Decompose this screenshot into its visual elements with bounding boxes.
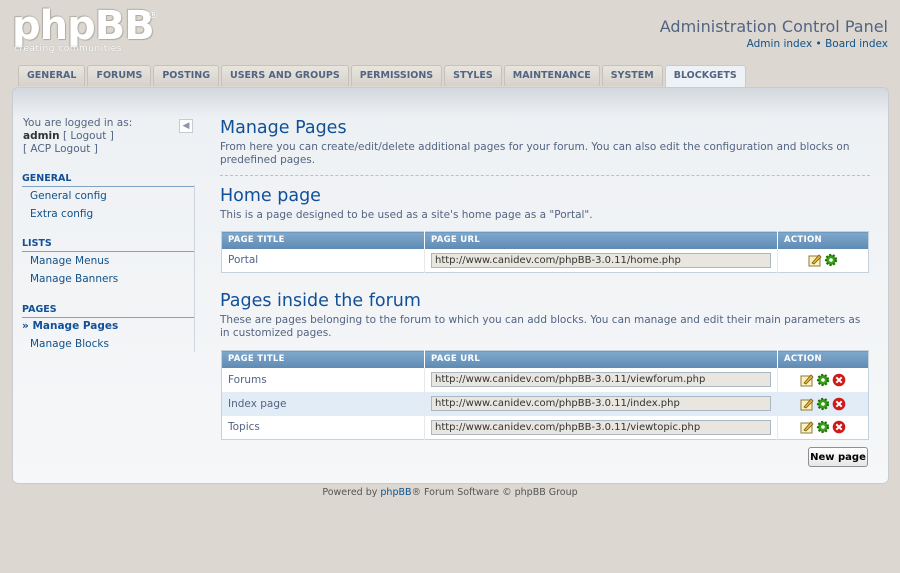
active-marker-icon: » <box>22 320 29 332</box>
page-description: From here you can create/edit/delete add… <box>220 141 850 166</box>
tab-users-and-groups[interactable]: USERS AND GROUPS <box>221 65 349 86</box>
delete-icon[interactable] <box>832 397 846 411</box>
sidebar-heading-general: GENERAL <box>22 173 194 187</box>
gear-icon[interactable] <box>816 373 830 387</box>
logo-word: phpBB <box>12 3 155 49</box>
edit-icon[interactable] <box>800 397 814 411</box>
delete-icon[interactable] <box>832 373 846 387</box>
column-header-page-title: PAGE TITLE <box>221 350 425 368</box>
login-info: You are logged in as: admin [ Logout ] [… <box>23 117 132 156</box>
collapse-sidebar-icon[interactable]: ◀ <box>179 119 193 133</box>
page-title-cell: Topics <box>221 415 425 440</box>
footer: Powered by phpBB® Forum Software © phpBB… <box>0 487 900 498</box>
forum-pages-table: PAGE TITLE PAGE URL ACTION Forums http:/… <box>221 350 869 440</box>
tab-general[interactable]: GENERAL <box>18 65 86 86</box>
sidebar-item-manage-pages[interactable]: » Manage Pages <box>22 320 118 332</box>
column-header-page-title: PAGE TITLE <box>221 231 425 249</box>
tab-permissions[interactable]: PERMISSIONS <box>350 65 443 86</box>
tab-styles[interactable]: STYLES <box>444 65 502 86</box>
page-url-field[interactable]: http://www.canidev.com/phpBB-3.0.11/view… <box>431 372 771 387</box>
column-header-action: ACTION <box>777 350 869 368</box>
page-title: Manage Pages <box>220 118 347 138</box>
sidebar-heading-pages: PAGES <box>22 304 194 318</box>
sidebar-item-label: Manage Pages <box>32 320 119 332</box>
column-header-page-url: PAGE URL <box>424 231 778 249</box>
column-header-page-url: PAGE URL <box>424 350 778 368</box>
header-link-separator: • <box>815 38 822 50</box>
forum-section-description: These are pages belonging to the forum t… <box>220 314 861 339</box>
edit-icon[interactable] <box>808 253 822 267</box>
module-tabs: GENERAL FORUMS POSTING USERS AND GROUPS … <box>18 65 748 88</box>
tab-posting[interactable]: POSTING <box>153 65 219 86</box>
edit-icon[interactable] <box>800 420 814 434</box>
header-links: Admin index • Board index <box>747 38 888 50</box>
home-section-title: Home page <box>220 186 321 206</box>
table-row: Topics http://www.canidev.com/phpBB-3.0.… <box>221 415 869 440</box>
page-title-cell: Forums <box>221 367 425 392</box>
page-url-field[interactable]: http://www.canidev.com/phpBB-3.0.11/inde… <box>431 396 771 411</box>
page-url-field[interactable]: http://www.canidev.com/phpBB-3.0.11/view… <box>431 419 771 435</box>
table-row: Forums http://www.canidev.com/phpBB-3.0.… <box>221 367 869 392</box>
page-url-field[interactable]: http://www.canidev.com/phpBB-3.0.11/home… <box>431 252 771 268</box>
table-row: Index page http://www.canidev.com/phpBB-… <box>221 391 869 416</box>
row-actions <box>784 373 862 387</box>
phpbb-logo[interactable]: phpBB ® creating communities <box>12 3 159 54</box>
board-index-link[interactable]: Board index <box>825 38 888 50</box>
tab-forums[interactable]: FORUMS <box>87 65 152 86</box>
sidebar-heading-lists: LISTS <box>22 238 194 252</box>
section-divider <box>220 175 870 176</box>
forum-section-title: Pages inside the forum <box>220 291 421 311</box>
delete-icon[interactable] <box>832 420 846 434</box>
sidebar-item-manage-menus[interactable]: Manage Menus <box>30 255 109 267</box>
tab-blockgets[interactable]: BLOCKGETS <box>664 65 746 88</box>
footer-prefix: Powered by <box>322 487 381 498</box>
sidebar-divider <box>194 185 195 352</box>
row-actions <box>784 253 862 267</box>
page-title-cell: Index page <box>221 391 425 416</box>
logo-tagline: creating communities <box>14 44 122 54</box>
home-pages-table: PAGE TITLE PAGE URL ACTION Portal http:/… <box>221 231 869 273</box>
username: admin <box>23 130 60 142</box>
sidebar-item-extra-config[interactable]: Extra config <box>30 208 93 220</box>
row-actions <box>784 420 862 434</box>
footer-suffix: ® Forum Software © phpBB Group <box>411 487 578 498</box>
gear-icon[interactable] <box>824 253 838 267</box>
logged-in-label: You are logged in as: <box>23 117 133 129</box>
tab-maintenance[interactable]: MAINTENANCE <box>503 65 600 86</box>
edit-icon[interactable] <box>800 373 814 387</box>
gear-icon[interactable] <box>816 420 830 434</box>
admin-index-link[interactable]: Admin index <box>747 38 813 50</box>
page-title-cell: Portal <box>221 248 425 273</box>
logo-registered: ® <box>148 8 159 21</box>
sidebar-item-manage-blocks[interactable]: Manage Blocks <box>30 338 109 350</box>
acp-title: Administration Control Panel <box>659 17 888 36</box>
sidebar-item-general-config[interactable]: General config <box>30 190 107 202</box>
footer-phpbb-link[interactable]: phpBB <box>380 487 411 498</box>
table-row: Portal http://www.canidev.com/phpBB-3.0.… <box>221 248 869 273</box>
home-section-description: This is a page designed to be used as a … <box>220 209 593 221</box>
new-page-button[interactable]: New page <box>808 447 868 467</box>
acp-logout-link[interactable]: [ ACP Logout ] <box>23 143 132 156</box>
row-actions <box>784 397 862 411</box>
sidebar-item-manage-banners[interactable]: Manage Banners <box>30 273 118 285</box>
tab-system[interactable]: SYSTEM <box>601 65 663 86</box>
column-header-action: ACTION <box>777 231 869 249</box>
logout-link[interactable]: [ Logout ] <box>63 130 114 142</box>
gear-icon[interactable] <box>816 397 830 411</box>
